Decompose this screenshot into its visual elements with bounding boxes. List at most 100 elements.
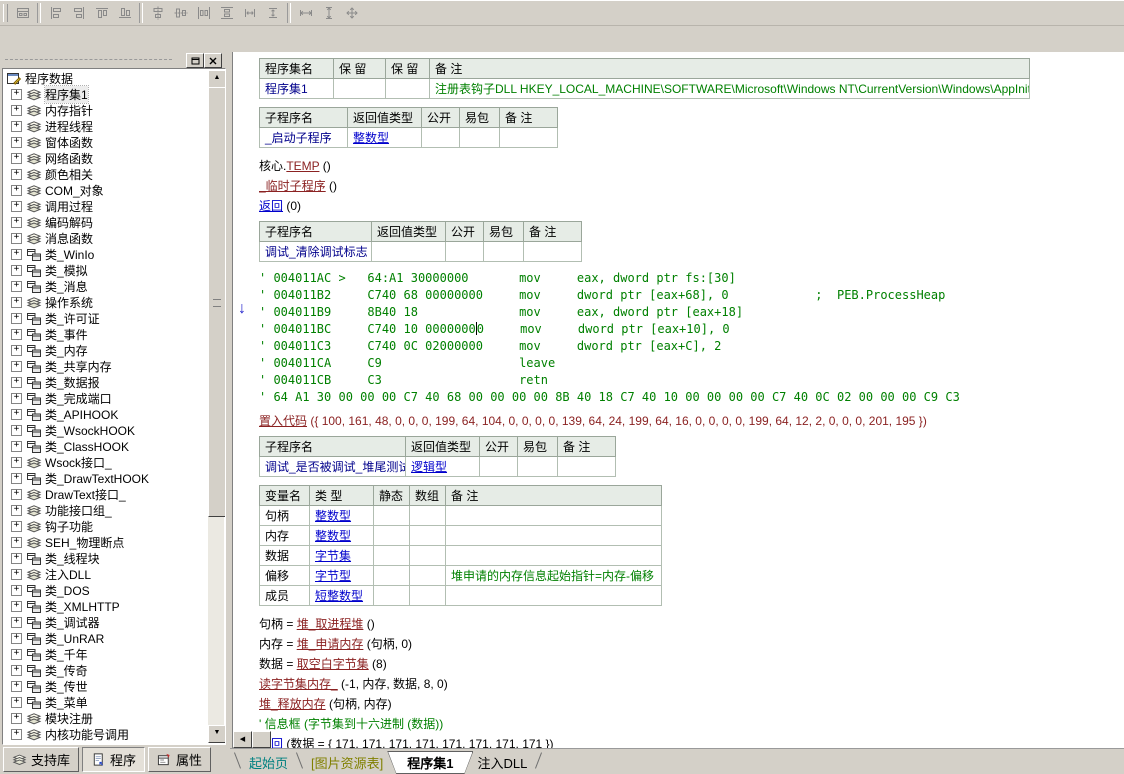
expand-plus-icon[interactable]: +	[11, 281, 22, 292]
tree-item[interactable]: +类_传世	[5, 678, 207, 694]
panel-tab-2[interactable]: 属性	[148, 747, 211, 772]
tree-item[interactable]: +类_事件	[5, 326, 207, 342]
tree-item[interactable]: +类_完成端口	[5, 390, 207, 406]
expand-plus-icon[interactable]: +	[11, 169, 22, 180]
tree-item[interactable]: +类_DrawTextHOOK	[5, 470, 207, 486]
tree-scrollbar[interactable]: ▲ ▼	[208, 70, 224, 743]
expand-plus-icon[interactable]: +	[11, 153, 22, 164]
tree-item[interactable]: +类_DOS	[5, 582, 207, 598]
tree-item[interactable]: +类_数据报	[5, 374, 207, 390]
expand-plus-icon[interactable]: +	[11, 137, 22, 148]
expand-plus-icon[interactable]: +	[11, 313, 22, 324]
panel-tab-1[interactable]: 程序	[82, 747, 145, 772]
tree-item[interactable]: +消息函数	[5, 230, 207, 246]
expand-plus-icon[interactable]: +	[11, 521, 22, 532]
scroll-left-icon[interactable]: ◀	[233, 731, 252, 748]
tree-root[interactable]: 程序数据	[5, 70, 207, 86]
tree-item[interactable]: +注入DLL	[5, 566, 207, 582]
hscroll-thumb[interactable]	[252, 731, 271, 748]
scrollbar-thumb[interactable]	[208, 87, 226, 517]
expand-plus-icon[interactable]: +	[11, 265, 22, 276]
expand-plus-icon[interactable]: +	[11, 345, 22, 356]
tree-item[interactable]: +类_APIHOOK	[5, 406, 207, 422]
tree-item[interactable]: +类_ClassHOOK	[5, 438, 207, 454]
tree-item[interactable]: +类_WsockHOOK	[5, 422, 207, 438]
expand-plus-icon[interactable]: +	[11, 489, 22, 500]
expand-plus-icon[interactable]: +	[11, 409, 22, 420]
toolbar-grip[interactable]	[3, 4, 8, 22]
expand-plus-icon[interactable]: +	[11, 89, 22, 100]
panel-restore-button[interactable]	[186, 53, 204, 68]
code-line[interactable]: ' 004011AC > 64:A1 30000000 mov eax, dwo…	[259, 270, 1124, 287]
tree-item[interactable]: +类_传奇	[5, 662, 207, 678]
tree-item[interactable]: +编码解码	[5, 214, 207, 230]
tree-item[interactable]: +类_千年	[5, 646, 207, 662]
expand-plus-icon[interactable]: +	[11, 185, 22, 196]
tree-item[interactable]: +窗体函数	[5, 134, 207, 150]
code-line[interactable]: 核心.TEMP ()	[259, 156, 1124, 176]
code-line[interactable]: 内存 = 堆_申请内存 (句柄, 0)	[259, 634, 1124, 654]
expand-plus-icon[interactable]: +	[11, 457, 22, 468]
tree-item[interactable]: +操作系统	[5, 294, 207, 310]
table-cell[interactable]: 短整数型	[310, 586, 374, 606]
expand-plus-icon[interactable]: +	[11, 681, 22, 692]
doc-tab[interactable]: 起始页	[245, 751, 292, 774]
expand-plus-icon[interactable]: +	[11, 425, 22, 436]
tree-item[interactable]: +模块注册	[5, 710, 207, 726]
tree-item[interactable]: +COM_对象	[5, 182, 207, 198]
tree-item[interactable]: +类_许可证	[5, 310, 207, 326]
expand-plus-icon[interactable]: +	[11, 569, 22, 580]
expand-plus-icon[interactable]: +	[11, 713, 22, 724]
code-line[interactable]: ' 004011C3 C740 0C 02000000 mov dword pt…	[259, 338, 1124, 355]
expand-plus-icon[interactable]: +	[11, 649, 22, 660]
tree-item[interactable]: +程序集1	[5, 86, 207, 102]
table-cell[interactable]: 逻辑型	[406, 457, 480, 477]
tree-item[interactable]: +类_模拟	[5, 262, 207, 278]
code-line[interactable]: ' 004011B2 C740 68 00000000 mov dword pt…	[259, 287, 1124, 304]
tree-item[interactable]: +类_内存	[5, 342, 207, 358]
expand-plus-icon[interactable]: +	[11, 361, 22, 372]
table-cell[interactable]: 整数型	[348, 128, 422, 148]
expand-plus-icon[interactable]: +	[11, 105, 22, 116]
tree-item[interactable]: +类_线程块	[5, 550, 207, 566]
tree-item[interactable]: +类_共享内存	[5, 358, 207, 374]
expand-plus-icon[interactable]: +	[11, 537, 22, 548]
expand-plus-icon[interactable]: +	[11, 553, 22, 564]
expand-plus-icon[interactable]: +	[11, 297, 22, 308]
panel-titlebar[interactable]	[0, 52, 228, 67]
table-cell[interactable]: 整数型	[310, 506, 374, 526]
expand-plus-icon[interactable]: +	[11, 473, 22, 484]
code-line[interactable]: ' 信息框 (字节集到十六进制 (数据))	[259, 714, 1124, 734]
code-line[interactable]: 读字节集内存_ (-1, 内存, 数据, 8, 0)	[259, 674, 1124, 694]
tree-item[interactable]: +DrawText接口_	[5, 486, 207, 502]
expand-plus-icon[interactable]: +	[11, 505, 22, 516]
code-line[interactable]: _临时子程序 ()	[259, 176, 1124, 196]
expand-plus-icon[interactable]: +	[11, 441, 22, 452]
tree-item[interactable]: +类_调试器	[5, 614, 207, 630]
expand-plus-icon[interactable]: +	[11, 377, 22, 388]
scroll-down-icon[interactable]: ▼	[208, 725, 226, 743]
table-cell[interactable]: 整数型	[310, 526, 374, 546]
expand-plus-icon[interactable]: +	[11, 233, 22, 244]
tree-item[interactable]: +内存指针	[5, 102, 207, 118]
scroll-up-icon[interactable]: ▲	[208, 70, 226, 88]
tree-item[interactable]: +功能接口组_	[5, 502, 207, 518]
tree-item[interactable]: +Wsock接口_	[5, 454, 207, 470]
doc-tab[interactable]: 注入DLL	[473, 751, 531, 774]
tree-item[interactable]: +进程线程	[5, 118, 207, 134]
tree-item[interactable]: +类_UnRAR	[5, 630, 207, 646]
table-cell[interactable]: 字节型	[310, 566, 374, 586]
expand-plus-icon[interactable]: +	[11, 697, 22, 708]
expand-plus-icon[interactable]: +	[11, 217, 22, 228]
code-line[interactable]: 句柄 = 堆_取进程堆 ()	[259, 614, 1124, 634]
code-editor[interactable]: ↓ 程序集名保 留保 留备 注程序集1 注册表钩子DLL HKEY_LOCAL_…	[232, 52, 1124, 748]
code-line[interactable]: ' 004011BC C740 10 00000000 mov dword pt…	[259, 321, 1124, 338]
expand-plus-icon[interactable]: +	[11, 201, 22, 212]
expand-plus-icon[interactable]: +	[11, 393, 22, 404]
tree-item[interactable]: +钩子功能	[5, 518, 207, 534]
code-line[interactable]: ' 004011CA C9 leave	[259, 355, 1124, 372]
expand-plus-icon[interactable]: +	[11, 617, 22, 628]
tree-item[interactable]: +SEH_物理断点	[5, 534, 207, 550]
tree-item[interactable]: +类_XMLHTTP	[5, 598, 207, 614]
expand-plus-icon[interactable]: +	[11, 633, 22, 644]
